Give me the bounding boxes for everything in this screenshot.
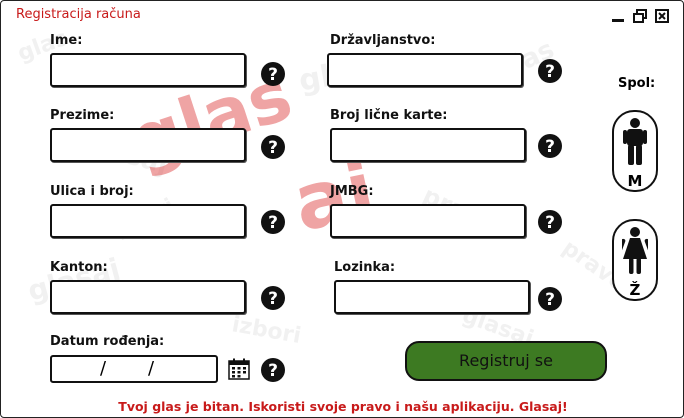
prezime-label: Prezime: bbox=[50, 108, 115, 123]
svg-text:?: ? bbox=[268, 138, 278, 158]
jmbg-input[interactable] bbox=[330, 204, 526, 238]
datum-label: Datum rođenja: bbox=[50, 334, 165, 349]
question-circle-icon[interactable]: ? bbox=[260, 209, 286, 235]
question-circle-icon[interactable]: ? bbox=[537, 58, 563, 84]
svg-text:?: ? bbox=[545, 137, 555, 157]
male-button[interactable]: M bbox=[612, 110, 658, 192]
question-circle-icon[interactable]: ? bbox=[260, 357, 286, 383]
broj-karte-input[interactable] bbox=[330, 128, 526, 162]
calendar-icon[interactable] bbox=[228, 358, 250, 384]
svg-text:?: ? bbox=[268, 65, 278, 85]
drzavljanstvo-label: Državljanstvo: bbox=[330, 33, 436, 48]
question-circle-icon[interactable]: ? bbox=[537, 209, 563, 235]
minimize-icon[interactable] bbox=[611, 9, 625, 23]
date-separator: / bbox=[100, 358, 107, 379]
svg-text:izbori: izbori bbox=[230, 312, 303, 349]
question-circle-icon[interactable]: ? bbox=[537, 286, 563, 312]
broj-karte-label: Broj lične karte: bbox=[330, 108, 448, 123]
svg-text:?: ? bbox=[268, 289, 278, 309]
svg-text:?: ? bbox=[268, 361, 278, 381]
question-circle-icon[interactable]: ? bbox=[260, 134, 286, 160]
ulica-input[interactable] bbox=[50, 204, 246, 238]
lozinka-label: Lozinka: bbox=[334, 260, 396, 275]
date-separator: / bbox=[148, 358, 155, 379]
svg-text:?: ? bbox=[545, 290, 555, 310]
ime-label: Ime: bbox=[50, 33, 83, 48]
svg-text:?: ? bbox=[545, 213, 555, 233]
footer-slogan: Tvoj glas je bitan. Iskoristi svoje prav… bbox=[118, 399, 568, 414]
male-letter: M bbox=[627, 172, 643, 190]
svg-text:?: ? bbox=[545, 62, 555, 82]
female-letter: Ž bbox=[629, 281, 641, 299]
female-button[interactable]: Ž bbox=[612, 219, 658, 301]
male-person-icon bbox=[622, 118, 648, 170]
registration-window: glas glasaj glas pravo glasaj izbori gla… bbox=[0, 0, 684, 418]
lozinka-input[interactable] bbox=[334, 280, 530, 314]
prezime-input[interactable] bbox=[50, 128, 246, 162]
close-icon[interactable] bbox=[655, 9, 669, 23]
question-circle-icon[interactable]: ? bbox=[260, 285, 286, 311]
kanton-input[interactable] bbox=[50, 280, 246, 314]
svg-text:?: ? bbox=[268, 213, 278, 233]
kanton-label: Kanton: bbox=[50, 260, 108, 275]
register-button[interactable]: Registruj se bbox=[405, 341, 607, 381]
question-circle-icon[interactable]: ? bbox=[537, 133, 563, 159]
gender-label: Spol: bbox=[618, 76, 656, 91]
jmbg-label: JMBG: bbox=[330, 184, 374, 199]
ulica-label: Ulica i broj: bbox=[50, 184, 134, 199]
window-title: Registracija računa bbox=[16, 7, 141, 22]
question-circle-icon[interactable]: ? bbox=[260, 61, 286, 87]
drzavljanstvo-input[interactable] bbox=[327, 53, 523, 87]
ime-input[interactable] bbox=[50, 53, 246, 87]
restore-icon[interactable] bbox=[633, 9, 647, 23]
date-of-birth-input[interactable]: / / bbox=[50, 355, 218, 383]
window-controls bbox=[611, 9, 669, 23]
female-person-icon bbox=[618, 227, 652, 279]
